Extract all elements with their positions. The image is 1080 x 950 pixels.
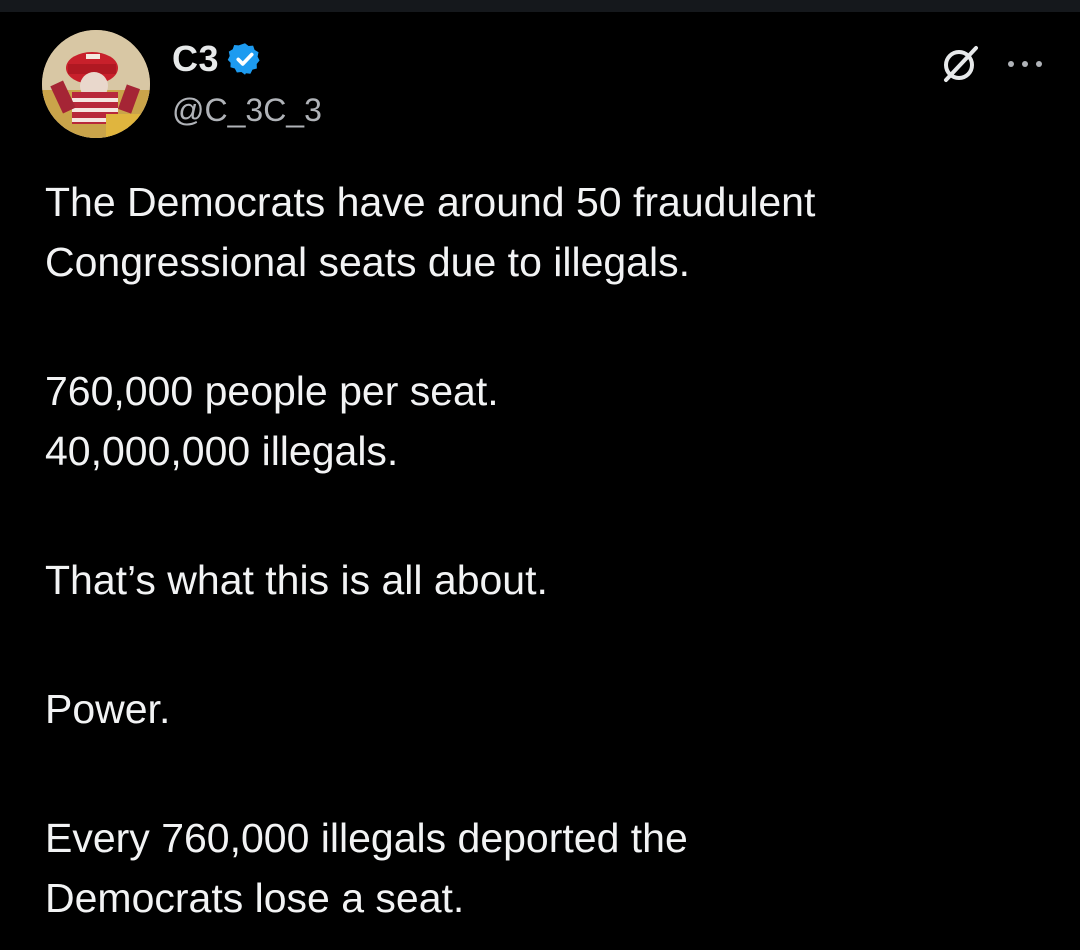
- header-actions: [940, 44, 1042, 84]
- grok-icon[interactable]: [940, 44, 980, 84]
- user-handle[interactable]: @C_3C_3: [172, 92, 322, 129]
- tweet-line: Democrats lose a seat.: [45, 875, 465, 921]
- tweet-text: The Democrats have around 50 fraudulent …: [45, 172, 1045, 928]
- tweet-line: 760,000 people per seat.: [45, 368, 499, 414]
- top-strip: [0, 0, 1080, 12]
- user-info: C3 @C_3C_3: [172, 36, 322, 129]
- tweet-line: Power.: [45, 686, 171, 732]
- avatar-image: [42, 30, 150, 138]
- tweet-line: Congressional seats due to illegals.: [45, 239, 690, 285]
- tweet-line: That’s what this is all about.: [45, 557, 548, 603]
- tweet-line: Every 760,000 illegals deported the: [45, 815, 688, 861]
- verified-badge-icon: [227, 43, 260, 75]
- tweet-line: The Democrats have around 50 fraudulent: [45, 179, 816, 225]
- display-name[interactable]: C3: [172, 38, 219, 80]
- tweet-header: C3 @C_3C_3: [42, 30, 1042, 140]
- tweet-card[interactable]: C3 @C_3C_3 The Democrats have around 50 …: [0, 12, 1080, 950]
- name-row: C3: [172, 36, 322, 82]
- more-options-icon[interactable]: [1008, 59, 1042, 69]
- avatar[interactable]: [42, 30, 150, 138]
- tweet-line: 40,000,000 illegals.: [45, 428, 399, 474]
